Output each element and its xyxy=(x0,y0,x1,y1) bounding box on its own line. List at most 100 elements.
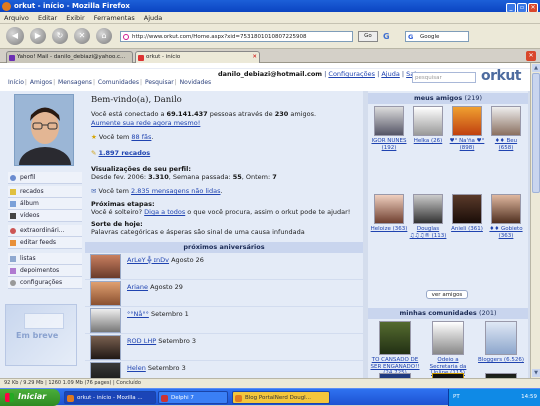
orkut-logo[interactable]: orkut xyxy=(481,68,522,84)
go-button[interactable]: Go xyxy=(358,31,378,42)
birthday-entry: Helen Setembro 3 xyxy=(127,364,186,372)
see-friends-button[interactable]: ver amigos xyxy=(426,290,468,299)
community-photo xyxy=(432,321,464,355)
menu-ajuda[interactable]: Ajuda xyxy=(144,14,162,22)
reload-button[interactable]: ↻ xyxy=(52,28,68,44)
community-card[interactable]: Odeio a Secretaria da Unline (115) xyxy=(423,321,473,377)
close-tab-icon[interactable]: ✕ xyxy=(252,52,257,63)
scroll-thumb[interactable] xyxy=(532,73,540,193)
menu-ferramentas[interactable]: Ferramentas xyxy=(94,14,135,22)
community-card[interactable]: Bloggers (6.526) xyxy=(476,321,526,364)
birthday-name[interactable]: °°Nå°° xyxy=(127,310,149,318)
google-icon[interactable]: G xyxy=(383,32,390,41)
birthday-name[interactable]: ArLeY ╬ ɪnDv xyxy=(127,256,169,264)
friend-name: IGOR NUNES (192) xyxy=(371,138,407,151)
birthday-name[interactable]: ROD LHP xyxy=(127,337,156,345)
sidebar-item-videos[interactable]: vídeos xyxy=(8,210,82,222)
community-card[interactable]: TO CANSADO DE SER ENGANADO!! (24.725) xyxy=(370,321,420,377)
friend-card[interactable]: ♦♦ Beu (658) xyxy=(487,106,525,151)
user-bar: danilo_debiazi@hotmail.com | Configuraçõ… xyxy=(218,70,419,78)
sidebar-item-album[interactable]: álbum xyxy=(8,198,82,210)
google-search-icon: G xyxy=(408,33,414,41)
task-firefox[interactable]: orkut - início - Mozilla ... xyxy=(64,391,156,404)
birthday-date: Agosto 26 xyxy=(171,256,204,264)
sidebar-item-label: extraordinári... xyxy=(20,227,65,234)
friend-card[interactable]: ♥° Na'ña ♥° (898) xyxy=(448,106,486,151)
fans-link[interactable]: 88 fãs xyxy=(131,133,151,141)
task-blog[interactable]: Blog PortalNerd Dougl... xyxy=(232,391,330,404)
scroll-up-icon[interactable]: ▲ xyxy=(532,64,540,72)
url-bar[interactable]: http://www.orkut.com/Home.aspx?xid=75318… xyxy=(120,31,353,42)
nav-mensagens[interactable]: Mensagens xyxy=(58,79,92,86)
orkut-search-input[interactable]: pesquisar xyxy=(412,72,476,83)
friends-title: meus amigos xyxy=(413,94,463,102)
next-steps-link[interactable]: Diga a todos xyxy=(144,208,185,216)
menu-arquivo[interactable]: Arquivo xyxy=(4,14,29,22)
vertical-scrollbar[interactable]: ▲ ▼ xyxy=(530,63,540,378)
birthday-entry: Ariane Agosto 29 xyxy=(127,283,183,291)
sidebar-item-listas[interactable]: listas xyxy=(8,253,82,265)
menu-exibir[interactable]: Exibir xyxy=(66,14,84,22)
settings-link[interactable]: Configurações xyxy=(328,70,375,78)
start-button[interactable]: Iniciar xyxy=(0,389,60,406)
birthday-avatar[interactable] xyxy=(90,362,121,378)
sidebar-item-extraordinario[interactable]: extraordinári... xyxy=(8,225,82,237)
birthday-avatar[interactable] xyxy=(90,281,121,306)
sidebar-item-depoimentos[interactable]: depoimentos xyxy=(8,265,82,277)
help-link[interactable]: Ajuda xyxy=(381,70,399,78)
close-tab-button[interactable]: ✕ xyxy=(526,51,536,61)
friend-photo xyxy=(452,194,482,224)
menu-editar[interactable]: Editar xyxy=(38,14,57,22)
task-label: orkut - início - Mozilla ... xyxy=(77,395,143,401)
nav-comunidades[interactable]: Comunidades xyxy=(98,79,139,86)
next-steps: Você é solteiro? Diga a todos o que você… xyxy=(91,208,350,216)
sidebar-item-configuracoes[interactable]: configurações xyxy=(8,277,82,289)
unread-link[interactable]: 2.835 mensagens não lidas xyxy=(131,187,220,195)
tab-yahoo-mail[interactable]: Yahoo! Mail - danilo_debiazi@yahoo.c... xyxy=(6,51,133,63)
fans-post: . xyxy=(151,133,154,141)
stop-button[interactable]: ✕ xyxy=(74,28,90,44)
search-input[interactable]: G Google xyxy=(405,31,469,42)
sidebar-item-recados[interactable]: recados xyxy=(8,186,82,198)
scroll-down-icon[interactable]: ▼ xyxy=(532,369,540,377)
friend-card[interactable]: Heloize (363) xyxy=(370,194,408,233)
friend-card[interactable]: Douglas ♫♫♫® (113) xyxy=(409,194,447,239)
profile-photo[interactable] xyxy=(14,94,74,166)
expand-network-link[interactable]: Aumente sua rede agora mesmo! xyxy=(91,119,200,127)
birthday-avatar[interactable] xyxy=(90,254,121,279)
back-button[interactable]: ◀ xyxy=(6,27,24,45)
friend-card[interactable]: Heīka (26) xyxy=(409,106,447,145)
site-icon xyxy=(123,34,129,40)
birthday-avatar[interactable] xyxy=(90,308,121,333)
birthday-name[interactable]: Helen xyxy=(127,364,146,372)
nav-inicio[interactable]: Início xyxy=(8,79,24,86)
friend-card[interactable]: ♦♦ Gobieto (363) xyxy=(487,194,525,239)
communities-title: minhas comunidades xyxy=(399,309,477,317)
friend-name: ♥° Na'ña ♥° (898) xyxy=(449,138,485,151)
birthday-avatar[interactable] xyxy=(90,335,121,360)
sidebar-item-perfil[interactable]: perfil xyxy=(8,172,82,184)
home-button[interactable]: ⌂ xyxy=(96,28,112,44)
right-column: meus amigos (219) IGOR NUNES (192) Heīk… xyxy=(368,91,528,378)
birthday-name[interactable]: Ariane xyxy=(127,283,148,291)
windows-logo-icon xyxy=(5,393,14,402)
nav-novidades[interactable]: Novidades xyxy=(180,79,212,86)
language-indicator[interactable]: PT xyxy=(453,394,460,400)
profile-views-title: Visualizações de seu perfil: xyxy=(91,165,191,173)
nav-sep: | xyxy=(92,79,95,86)
taskbar: Iniciar orkut - início - Mozilla ... Del… xyxy=(0,388,540,406)
nav-pesquisar[interactable]: Pesquisar xyxy=(145,79,174,86)
scraps-link[interactable]: 1.897 recados xyxy=(99,149,151,157)
friend-card[interactable]: IGOR NUNES (192) xyxy=(370,106,408,151)
clock[interactable]: 14:59 xyxy=(521,389,537,406)
task-delphi[interactable]: Delphi 7 xyxy=(158,391,228,404)
tab-orkut[interactable]: orkut - início ✕ xyxy=(135,51,260,63)
nav-amigos[interactable]: Amigos xyxy=(30,79,52,86)
forward-button[interactable]: ▶ xyxy=(30,28,46,44)
status-bar: 92 Kb / 9.29 Mb | 1260 1.09 Mb (76 pages… xyxy=(0,378,540,388)
navigation-toolbar: ◀ ▶ ↻ ✕ ⌂ http://www.orkut.com/Home.aspx… xyxy=(0,24,540,49)
connection-stats: Você está conectado a 69.141.437 pessoas… xyxy=(91,110,316,118)
task-label: Delphi 7 xyxy=(171,395,194,401)
friend-card[interactable]: Anieli (361) xyxy=(448,194,486,233)
sidebar-item-editar-feeds[interactable]: editar feeds xyxy=(8,237,82,249)
